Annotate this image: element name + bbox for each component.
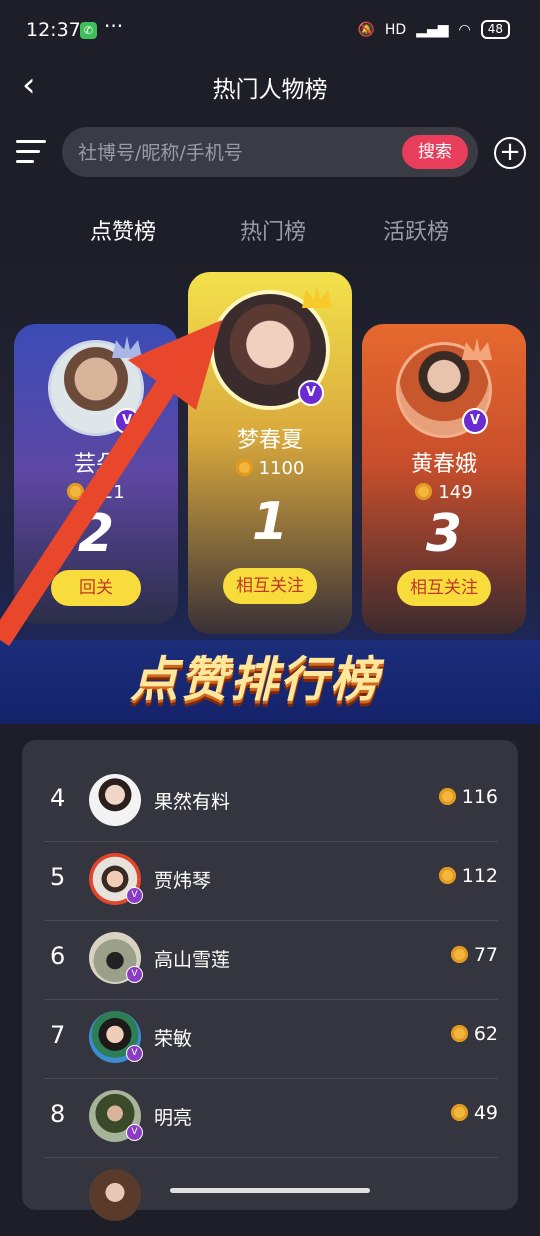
list-item-name: 高山雪莲 xyxy=(154,949,231,971)
podium-likes: 149 xyxy=(362,482,526,503)
home-indicator[interactable] xyxy=(170,1188,370,1193)
crown-icon xyxy=(302,286,332,308)
mute-icon: 🔕 xyxy=(357,21,375,38)
verified-badge-icon: V xyxy=(462,408,488,434)
like-coin-icon xyxy=(438,788,456,805)
signal-icon: ▂▄▆ xyxy=(416,21,449,38)
list-item-name: 贾炜琴 xyxy=(154,870,212,892)
verified-badge-icon: V xyxy=(126,887,143,904)
list-item[interactable]: 8 V 明亮 49 xyxy=(44,1078,498,1158)
like-coin-icon xyxy=(450,1104,468,1121)
podium-card-rank-3[interactable]: V 黄春娥 149 3 相互关注 xyxy=(362,324,526,634)
ranking-list: 4 果然有料 116 5 V 贾炜琴 112 6 V 高山雪莲 77 7 V 荣… xyxy=(22,740,518,1221)
podium-rank: 3 xyxy=(425,504,463,564)
list-item[interactable]: 7 V 荣敏 62 xyxy=(44,999,498,1079)
battery-indicator: 48 xyxy=(480,20,510,39)
phone-call-icon: ✆ xyxy=(80,22,97,39)
list-item-likes: 77 xyxy=(450,944,498,966)
list-item[interactable]: 6 V 高山雪莲 77 xyxy=(44,920,498,1000)
like-coin-icon xyxy=(415,483,433,500)
verified-badge-icon: V xyxy=(126,1124,143,1141)
more-notifications-icon: ··· xyxy=(104,14,124,38)
menu-icon[interactable] xyxy=(16,140,46,164)
annotation-arrow-icon xyxy=(0,320,222,647)
list-item-name: 果然有料 xyxy=(154,791,231,813)
list-item[interactable]: 5 V 贾炜琴 112 xyxy=(44,841,498,921)
like-coin-icon xyxy=(450,1025,468,1042)
list-item-name: 明亮 xyxy=(154,1107,193,1129)
search-button[interactable]: 搜索 xyxy=(402,135,468,169)
avatar[interactable] xyxy=(89,1169,141,1221)
search-bar: 搜索 xyxy=(62,127,478,179)
list-item-likes: 112 xyxy=(438,865,498,887)
add-icon[interactable]: + xyxy=(494,137,526,169)
verified-badge-icon: V xyxy=(298,380,324,406)
podium-name: 黄春娥 xyxy=(410,452,477,477)
status-icons: 🔕 HD ▂▄▆ ◠ 48 xyxy=(357,20,510,39)
list-item[interactable]: 4 果然有料 116 xyxy=(44,762,498,842)
signal-label: HD xyxy=(384,21,407,38)
verified-badge-icon: V xyxy=(126,966,143,983)
like-coin-icon xyxy=(438,867,456,884)
tab-active[interactable]: 活跃榜 xyxy=(383,214,449,246)
mutual-follow-button[interactable]: 相互关注 xyxy=(397,570,491,606)
search-input[interactable] xyxy=(76,127,400,179)
status-time: 12:37 xyxy=(26,19,81,41)
status-bar: 12:37 ✆ ··· 🔕 HD ▂▄▆ ◠ 48 xyxy=(0,0,540,62)
list-item-likes: 49 xyxy=(450,1102,498,1124)
list-item-likes: 116 xyxy=(438,786,498,808)
list-item-likes: 62 xyxy=(450,1023,498,1045)
wifi-icon: ◠ xyxy=(458,21,471,38)
like-coin-icon xyxy=(450,946,468,963)
crown-icon xyxy=(462,338,492,360)
list-item-name: 荣敏 xyxy=(154,1028,193,1050)
avatar[interactable] xyxy=(89,774,141,826)
tab-likes[interactable]: 点赞榜 xyxy=(90,214,156,246)
list-item[interactable] xyxy=(44,1157,498,1236)
tab-hot[interactable]: 热门榜 xyxy=(240,214,306,246)
verified-badge-icon: V xyxy=(126,1045,143,1062)
page-title: 热门人物榜 xyxy=(212,77,328,103)
